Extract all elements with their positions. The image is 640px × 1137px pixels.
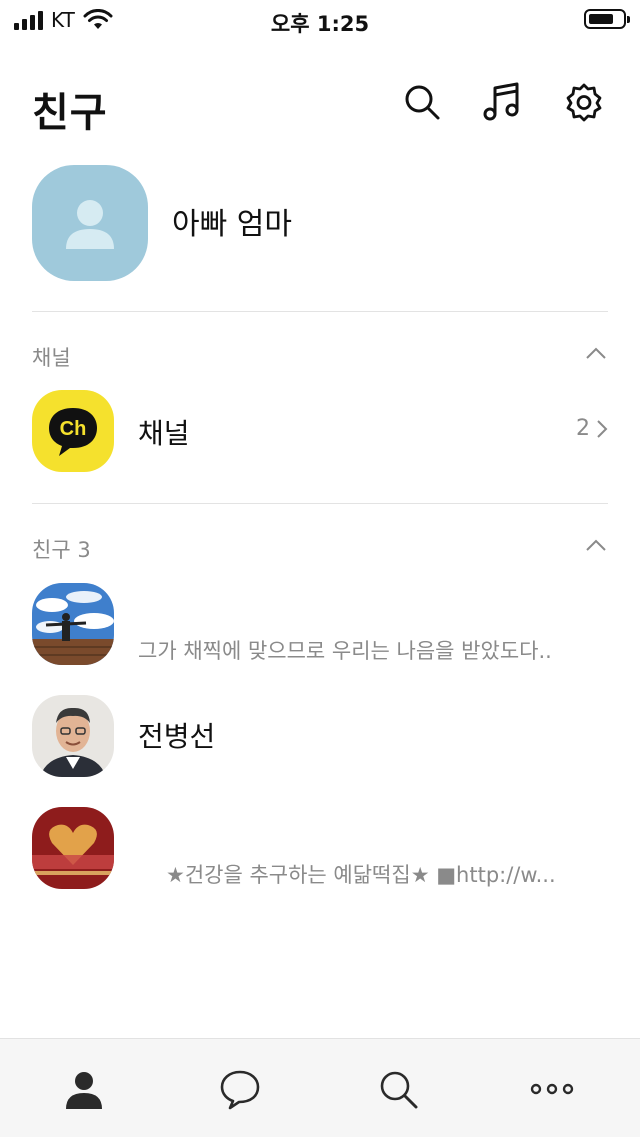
channel-count[interactable]: 2 (576, 416, 608, 441)
default-user-icon (66, 200, 114, 249)
friend-avatar (32, 807, 114, 889)
status-bar: KT 오후 1:25 (0, 0, 640, 40)
section-label: 채널 (32, 346, 71, 370)
search-tab-icon[interactable] (376, 1067, 420, 1111)
chevron-up-icon[interactable] (584, 342, 608, 366)
friend-row[interactable]: 전병선 (32, 695, 608, 779)
music-icon[interactable] (482, 82, 522, 122)
friend-avatar (32, 695, 114, 777)
sky-photo (32, 583, 114, 665)
channel-title: 채널 (138, 417, 190, 450)
battery-icon (584, 9, 630, 29)
chevron-up-icon[interactable] (584, 534, 608, 558)
header: 친구 (0, 60, 640, 150)
divider (32, 311, 608, 312)
portrait-photo (32, 695, 114, 777)
profile-avatar[interactable] (32, 165, 148, 281)
channel-section-header[interactable]: 채널 (32, 342, 608, 372)
status-time: 오후 1:25 (270, 12, 370, 36)
friend-avatar (32, 583, 114, 665)
friend-status: 그가 채찍에 맞으므로 우리는 나음을 받았도다.. (138, 639, 552, 663)
profile-name: 아빠 엄마 (172, 207, 292, 242)
gear-icon[interactable] (564, 82, 604, 122)
heart-photo (32, 807, 114, 889)
divider (32, 503, 608, 504)
friend-status: ★건강을 추구하는 예닮떡집★ ■http://w... (166, 863, 556, 887)
chevron-right-icon (597, 419, 608, 438)
friends-tab-icon[interactable] (62, 1067, 106, 1111)
section-label: 친구 3 (32, 538, 91, 562)
search-icon[interactable] (402, 82, 442, 122)
channel-badge-text: Ch (60, 418, 87, 440)
more-tab-icon[interactable] (530, 1067, 574, 1111)
my-profile[interactable]: 아빠 엄마 (32, 165, 608, 283)
friend-row[interactable]: ★건강을 추구하는 예닮떡집★ ■http://w... (32, 807, 608, 891)
channel-avatar: Ch (32, 390, 114, 472)
friend-name: 전병선 (138, 720, 216, 753)
chats-tab-icon[interactable] (218, 1067, 262, 1111)
page-title: 친구 (32, 90, 108, 136)
kakao-channel-icon: Ch (49, 408, 97, 456)
channel-count-value: 2 (576, 416, 590, 441)
bottom-nav (0, 1038, 640, 1137)
friends-section-header[interactable]: 친구 3 (32, 534, 608, 564)
friend-row[interactable]: 그가 채찍에 맞으므로 우리는 나음을 받았도다.. (32, 583, 608, 667)
channel-row[interactable]: Ch 채널 2 (32, 390, 608, 474)
